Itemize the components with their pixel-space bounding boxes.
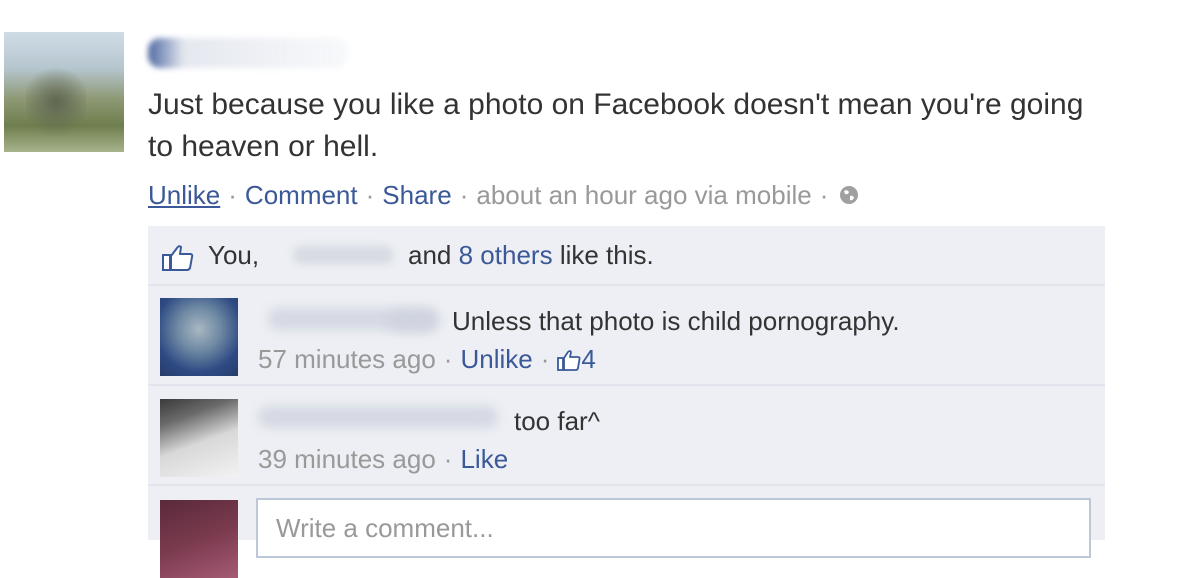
- current-user-avatar: [160, 500, 238, 578]
- share-link[interactable]: Share: [382, 180, 451, 210]
- like-count-value: 4: [581, 344, 596, 374]
- thumbs-up-icon: [557, 350, 581, 371]
- comment-like-link[interactable]: Like: [460, 444, 508, 474]
- commenter-avatar[interactable]: [160, 399, 238, 477]
- separator: ·: [540, 344, 550, 374]
- likes-suffix: like this.: [559, 240, 654, 270]
- separator: ·: [819, 180, 829, 210]
- comment-input[interactable]: Write a comment...: [256, 498, 1091, 558]
- post-action-bar: Unlike · Comment · Share · about an hour ago v…: [148, 178, 860, 212]
- unlike-link[interactable]: Unlike: [148, 180, 220, 210]
- comment-text: Unless that photo is child pornography.: [452, 306, 900, 336]
- comment-item: Unless that photo is child pornography. …: [148, 286, 1105, 384]
- commenter-name-redacted[interactable]: [258, 406, 498, 428]
- comment-timestamp[interactable]: 57 minutes ago: [258, 344, 436, 374]
- likes-rest-text: and 8 others like this.: [408, 226, 654, 284]
- globe-icon[interactable]: [838, 184, 860, 206]
- liker-name-redacted[interactable]: [293, 246, 393, 264]
- feedback-box: You, and 8 others like this. Unless that…: [148, 226, 1105, 578]
- comment-like-count[interactable]: 4: [557, 344, 596, 374]
- separator: ·: [459, 180, 469, 210]
- comment-unlike-link[interactable]: Unlike: [460, 344, 532, 374]
- comment-item: too far^ 39 minutes ago · Like: [148, 386, 1105, 484]
- comment-timestamp[interactable]: 39 minutes ago: [258, 444, 436, 474]
- author-avatar[interactable]: [4, 32, 124, 152]
- likes-summary: You, and 8 others like this.: [148, 226, 1105, 284]
- commenter-avatar[interactable]: [160, 298, 238, 376]
- separator: ·: [443, 344, 453, 374]
- author-name-redacted[interactable]: [148, 38, 348, 68]
- separator: ·: [443, 444, 453, 474]
- likes-you-text: You,: [208, 240, 260, 270]
- comment-meta: 39 minutes ago · Like: [258, 442, 508, 476]
- others-link[interactable]: 8 others: [459, 240, 553, 270]
- comment-text: too far^: [514, 406, 600, 436]
- likes-and: and: [408, 240, 452, 270]
- comment-link[interactable]: Comment: [245, 180, 358, 210]
- comment-meta: 57 minutes ago · Unlike · 4: [258, 342, 596, 376]
- comment-composer: Write a comment...: [148, 486, 1105, 578]
- commenter-name-redacted[interactable]: [388, 310, 438, 332]
- separator: ·: [228, 180, 237, 210]
- post-timestamp[interactable]: about an hour ago via mobile: [476, 180, 811, 210]
- post-text: Just because you like a photo on Faceboo…: [148, 88, 1084, 163]
- thumbs-up-icon: [162, 245, 194, 271]
- separator: ·: [365, 180, 375, 210]
